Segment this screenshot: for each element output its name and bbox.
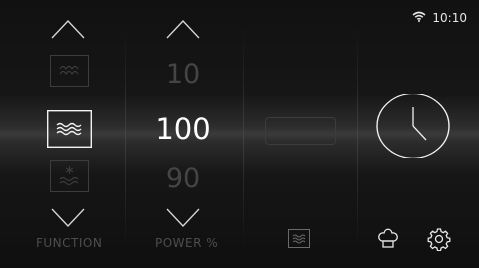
function-up-button[interactable] <box>51 19 85 39</box>
status-bar: 10:10 <box>412 11 467 25</box>
timer-display[interactable] <box>265 117 336 145</box>
chevron-up-icon <box>51 20 85 39</box>
defrost-icon <box>50 160 89 192</box>
function-item-convection-heat[interactable] <box>47 110 92 148</box>
steam-icon <box>50 55 89 87</box>
chevron-down-icon <box>51 208 85 227</box>
chef-hat-icon <box>378 228 398 248</box>
clock-icon <box>376 92 450 159</box>
function-label: FUNCTION <box>36 236 103 250</box>
function-item-defrost[interactable] <box>50 160 89 192</box>
wifi-icon <box>412 11 426 25</box>
power-value-selected[interactable]: 100 <box>143 112 223 146</box>
power-label: POWER % <box>155 236 219 250</box>
power-value-below[interactable]: 90 <box>143 163 223 194</box>
column-divider <box>357 28 358 250</box>
function-down-button[interactable] <box>51 208 85 228</box>
clock-button[interactable] <box>374 92 452 162</box>
power-up-button[interactable] <box>166 19 200 39</box>
mode-button[interactable] <box>288 229 310 252</box>
function-item-steam[interactable] <box>50 55 89 87</box>
gear-icon <box>427 228 451 252</box>
settings-button[interactable] <box>427 227 451 255</box>
chevron-down-icon <box>166 208 200 227</box>
power-value-above[interactable]: 10 <box>143 59 223 90</box>
column-divider <box>243 28 244 250</box>
oven-control-screen: 10:10 FUNCTION 10 100 90 POWER % <box>0 0 479 268</box>
status-time: 10:10 <box>432 11 467 25</box>
chef-recipes-button[interactable] <box>376 226 400 254</box>
heat-waves-icon <box>288 229 310 248</box>
chevron-up-icon <box>166 20 200 39</box>
column-divider <box>125 28 126 250</box>
power-down-button[interactable] <box>166 208 200 228</box>
convection-heat-icon <box>47 110 92 148</box>
